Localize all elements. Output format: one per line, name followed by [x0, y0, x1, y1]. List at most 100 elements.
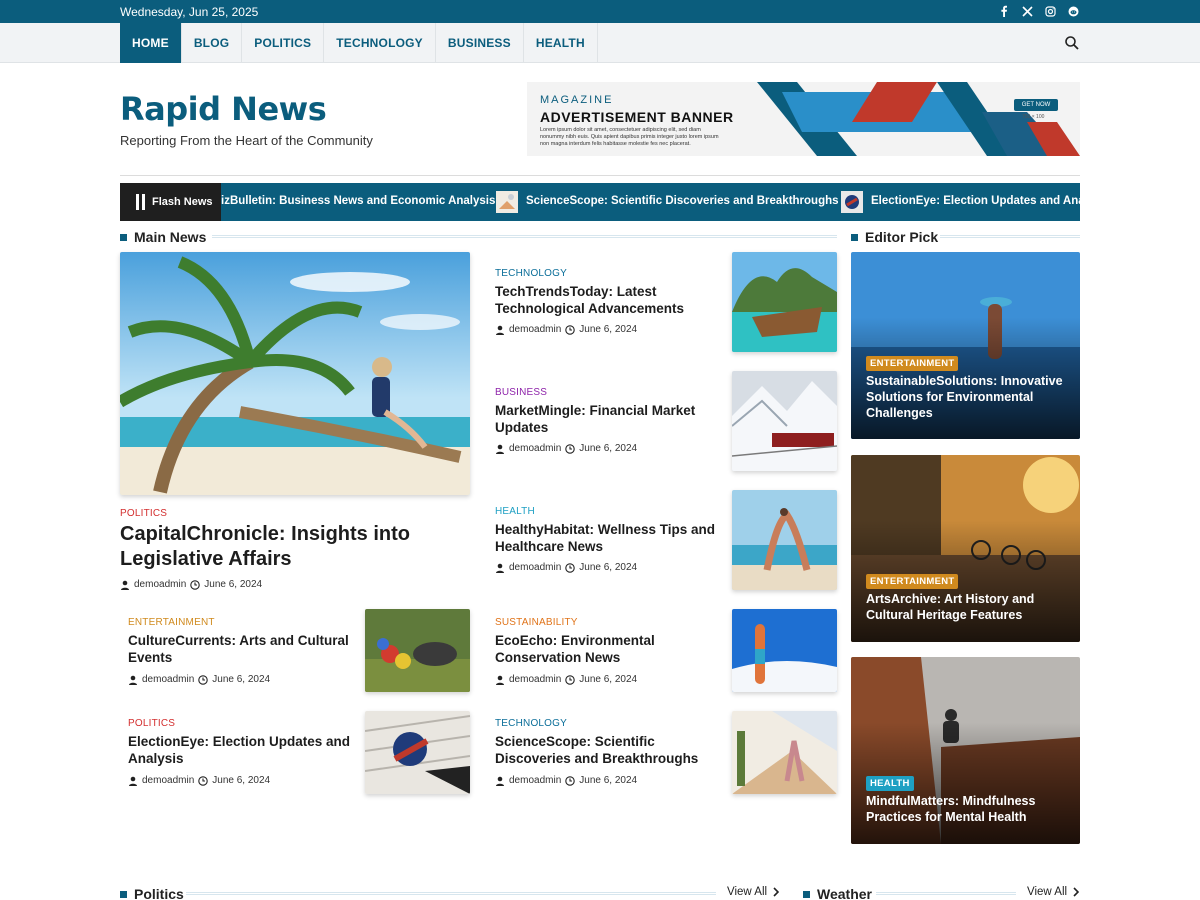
- view-all-label: View All: [1027, 886, 1068, 898]
- site-tagline: Reporting From the Heart of the Communit…: [120, 133, 373, 148]
- article-category[interactable]: BUSINESS: [495, 387, 547, 398]
- ad-headline: ADVERTISEMENT BANNER: [540, 109, 734, 125]
- article-thumbnail[interactable]: [365, 711, 470, 794]
- pick-category[interactable]: HEALTH: [866, 776, 914, 791]
- editor-pick-heading: Editor Pick: [851, 229, 938, 245]
- article-category[interactable]: POLITICS: [128, 718, 175, 729]
- nav-politics[interactable]: POLITICS: [242, 23, 325, 63]
- article-category[interactable]: TECHNOLOGY: [495, 718, 567, 729]
- search-icon[interactable]: [1064, 35, 1080, 51]
- post-date: June 6, 2024: [579, 775, 638, 786]
- article-title[interactable]: MarketMingle: Financial Market Updates: [495, 402, 720, 436]
- editor-pick-card[interactable]: ENTERTAINMENT SustainableSolutions: Inno…: [851, 252, 1080, 439]
- nav-health[interactable]: HEALTH: [524, 23, 598, 63]
- ticker-thumbnail: [496, 191, 518, 213]
- user-icon: [496, 325, 504, 335]
- article-thumbnail[interactable]: [732, 609, 837, 692]
- chevron-right-icon: [1073, 887, 1080, 897]
- article-thumbnail[interactable]: [732, 490, 837, 590]
- feature-title[interactable]: CapitalChronicle: Insights into Legislat…: [120, 522, 460, 572]
- article-thumbnail[interactable]: [732, 371, 837, 471]
- main-navigation: HOME BLOG POLITICS TECHNOLOGY BUSINESS H…: [0, 23, 1200, 63]
- article-thumbnail[interactable]: [365, 609, 470, 692]
- weather-heading: Weather: [803, 886, 872, 900]
- ad-kicker: MAGAZINE: [540, 94, 614, 106]
- author[interactable]: demoadmin: [509, 674, 561, 685]
- section-rule: [186, 892, 716, 895]
- flash-news-label[interactable]: Flash News: [120, 183, 221, 221]
- article-meta: demoadmin June 6, 2024: [495, 324, 637, 335]
- pick-category[interactable]: ENTERTAINMENT: [866, 574, 959, 589]
- feature-category[interactable]: POLITICS: [120, 508, 167, 519]
- article-meta: demoadmin June 6, 2024: [495, 562, 637, 573]
- instagram-icon[interactable]: [1043, 4, 1057, 18]
- editor-pick-card[interactable]: HEALTH MindfulMatters: Mindfulness Pract…: [851, 657, 1080, 844]
- editor-pick-card[interactable]: ENTERTAINMENT ArtsArchive: Art History a…: [851, 455, 1080, 642]
- pick-title[interactable]: MindfulMatters: Mindfulness Practices fo…: [866, 793, 1071, 825]
- article-thumbnail[interactable]: [732, 252, 837, 352]
- ad-body: Lorem ipsum dolor sit amet, consectetuer…: [540, 127, 719, 147]
- user-icon: [129, 776, 137, 786]
- clock-icon: [565, 775, 576, 786]
- section-rule: [940, 235, 1080, 238]
- reddit-icon[interactable]: [1066, 4, 1080, 18]
- user-icon: [496, 444, 504, 454]
- weather-view-all-link[interactable]: View All: [1027, 886, 1080, 898]
- article-thumbnail[interactable]: [732, 711, 837, 794]
- facebook-icon[interactable]: [997, 4, 1011, 18]
- pause-icon[interactable]: [136, 194, 145, 210]
- section-rule: [876, 892, 1016, 895]
- flash-news-ticker: Flash News izBulletin: Business News and…: [120, 183, 1080, 221]
- nav-blog[interactable]: BLOG: [182, 23, 243, 63]
- post-date: June 6, 2024: [579, 562, 638, 573]
- article-category[interactable]: ENTERTAINMENT: [128, 617, 215, 628]
- author[interactable]: demoadmin: [509, 562, 561, 573]
- post-date: June 6, 2024: [204, 579, 263, 590]
- article-title[interactable]: CultureCurrents: Arts and Cultural Event…: [128, 632, 353, 666]
- author[interactable]: demoadmin: [142, 674, 194, 685]
- article-meta: demoadmin June 6, 2024: [128, 775, 270, 786]
- author[interactable]: demoadmin: [509, 775, 561, 786]
- author[interactable]: demoadmin: [142, 775, 194, 786]
- section-rule: [212, 235, 837, 238]
- x-icon[interactable]: [1020, 4, 1034, 18]
- clock-icon: [198, 674, 209, 685]
- ticker-item[interactable]: ElectionEye: Election Updates and Analy: [871, 195, 1080, 207]
- current-date: Wednesday, Jun 25, 2025: [120, 5, 259, 19]
- article-title[interactable]: ScienceScope: Scientific Discoveries and…: [495, 733, 720, 767]
- pick-title[interactable]: ArtsArchive: Art History and Cultural He…: [866, 591, 1071, 623]
- author[interactable]: demoadmin: [134, 579, 186, 590]
- feature-image[interactable]: [120, 252, 470, 495]
- article-category[interactable]: TECHNOLOGY: [495, 268, 567, 279]
- article-title[interactable]: EcoEcho: Environmental Conservation News: [495, 632, 720, 666]
- nav-business[interactable]: BUSINESS: [436, 23, 524, 63]
- ticker-item[interactable]: ScienceScope: Scientific Discoveries and…: [526, 195, 839, 207]
- feature-meta: demoadmin June 6, 2024: [120, 579, 262, 590]
- advertisement-banner[interactable]: MAGAZINE ADVERTISEMENT BANNER Lorem ipsu…: [527, 82, 1080, 156]
- main-news-heading: Main News: [120, 229, 206, 245]
- user-icon: [121, 580, 129, 590]
- article-title[interactable]: TechTrendsToday: Latest Technological Ad…: [495, 283, 720, 317]
- ticker-thumbnail: [841, 191, 863, 213]
- social-links: [997, 4, 1080, 18]
- user-icon: [129, 675, 137, 685]
- author[interactable]: demoadmin: [509, 324, 561, 335]
- post-date: June 6, 2024: [579, 674, 638, 685]
- author[interactable]: demoadmin: [509, 443, 561, 454]
- nav-home[interactable]: HOME: [120, 23, 182, 63]
- article-category[interactable]: SUSTAINABILITY: [495, 617, 578, 628]
- site-title[interactable]: Rapid News: [120, 90, 327, 128]
- ad-size: 750 × 100: [1022, 114, 1045, 120]
- pick-category[interactable]: ENTERTAINMENT: [866, 356, 959, 371]
- ad-cta-button[interactable]: GET NOW: [1014, 99, 1058, 111]
- politics-view-all-link[interactable]: View All: [727, 886, 780, 898]
- pick-title[interactable]: SustainableSolutions: Innovative Solutio…: [866, 373, 1071, 421]
- article-title[interactable]: HealthyHabitat: Wellness Tips and Health…: [495, 521, 720, 555]
- nav-technology[interactable]: TECHNOLOGY: [324, 23, 436, 63]
- article-meta: demoadmin June 6, 2024: [495, 775, 637, 786]
- article-title[interactable]: ElectionEye: Election Updates and Analys…: [128, 733, 353, 767]
- user-icon: [496, 563, 504, 573]
- ticker-item[interactable]: izBulletin: Business News and Economic A…: [221, 195, 495, 207]
- politics-heading: Politics: [120, 886, 184, 900]
- article-category[interactable]: HEALTH: [495, 506, 535, 517]
